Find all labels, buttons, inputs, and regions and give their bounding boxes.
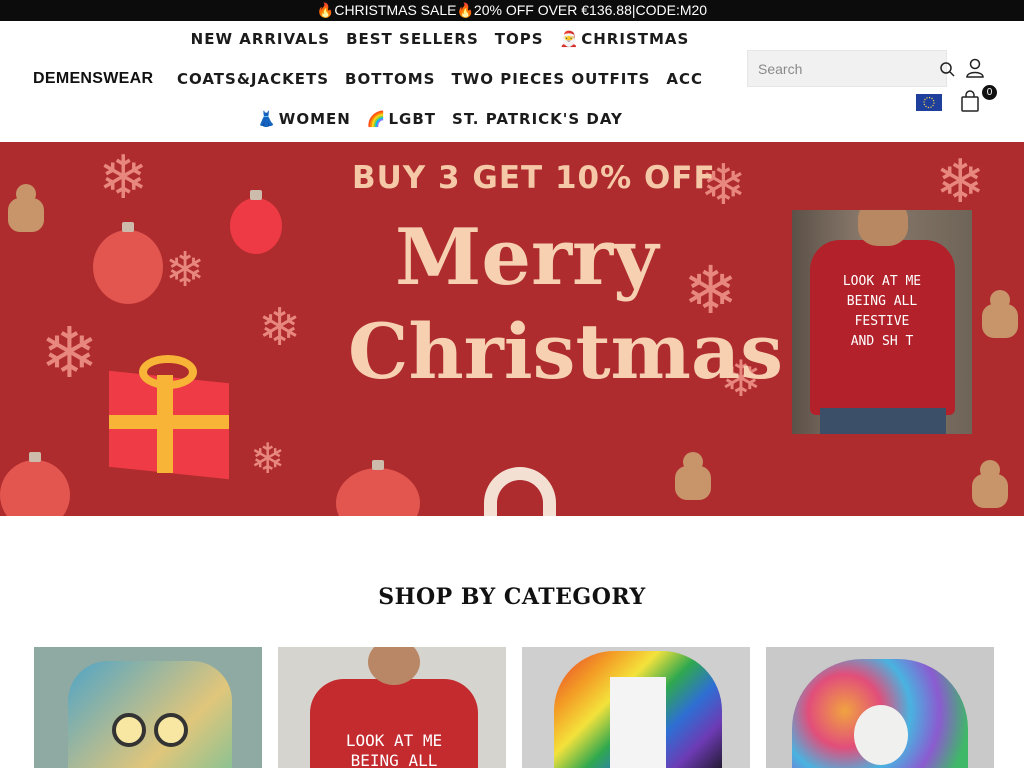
gingerbread-icon — [4, 184, 48, 244]
tile-shirt-text: LOOK AT ME BEING ALL — [345, 731, 443, 768]
nav-item-coats-jackets[interactable]: COATS&JACKETS — [177, 70, 329, 88]
gingerbread-icon — [968, 460, 1012, 516]
hero-model-photo: LOOK AT ME BEING ALL FESTIVE AND SH T — [792, 210, 972, 434]
snowflake-icon: ❄ — [165, 242, 206, 298]
gift-box-icon — [99, 355, 239, 480]
snowflake-icon: ❄ — [258, 298, 302, 358]
hero-title-line-1: Merry — [395, 212, 659, 303]
category-tile-rainbow-jacket[interactable] — [522, 647, 750, 768]
gingerbread-icon — [978, 290, 1022, 350]
shopping-bag-icon[interactable] — [958, 89, 982, 113]
candy-cane-icon — [484, 467, 556, 516]
ornament-icon — [0, 452, 70, 516]
announcement-text: 🔥CHRISTMAS SALE🔥20% OFF OVER €136.88|COD… — [316, 2, 708, 18]
search-bar — [747, 50, 955, 87]
santa-icon: 🎅 — [559, 30, 580, 48]
snowflake-icon: ❄ — [98, 143, 149, 213]
nav-item-best-sellers[interactable]: BEST SELLERS — [346, 30, 479, 48]
section-title-shop-by-category: SHOP BY CATEGORY — [378, 584, 646, 610]
dress-icon: 👗 — [257, 110, 277, 128]
main-nav-row-2: COATS&JACKETS BOTTOMS TWO PIECES OUTFITS… — [177, 70, 702, 88]
category-tile-owl-sweater[interactable] — [34, 647, 262, 768]
nav-item-women[interactable]: 👗 WOMEN — [257, 110, 351, 128]
main-nav-row-1: NEW ARRIVALS BEST SELLERS TOPS 🎅 CHRISTMA… — [190, 30, 690, 48]
snowflake-icon: ❄ — [935, 147, 986, 217]
announcement-bar: 🔥CHRISTMAS SALE🔥20% OFF OVER €136.88|COD… — [0, 0, 1024, 21]
main-nav-row-3: 👗 WOMEN 🌈 LGBT ST. PATRICK'S DAY — [160, 110, 720, 128]
hero-promo-headline: BUY 3 GET 10% OFF — [352, 160, 716, 196]
category-tile-colorful-hoodie[interactable] — [766, 647, 994, 768]
gingerbread-icon — [671, 452, 715, 512]
search-icon — [940, 61, 955, 77]
search-button[interactable] — [939, 51, 955, 86]
nav-item-christmas[interactable]: 🎅 CHRISTMAS — [560, 30, 690, 48]
nav-item-new-arrivals[interactable]: NEW ARRIVALS — [191, 30, 330, 48]
nav-item-tops[interactable]: TOPS — [495, 30, 544, 48]
nav-item-acc[interactable]: ACC — [666, 70, 703, 88]
owl-sweater-image — [68, 661, 232, 768]
ornament-icon — [336, 460, 420, 516]
site-header: DEMENSWEAR NEW ARRIVALS BEST SELLERS TOP… — [0, 21, 1024, 142]
user-icon[interactable] — [964, 57, 986, 79]
ornament-icon — [93, 222, 163, 304]
brand-logo[interactable]: DEMENSWEAR — [33, 70, 153, 88]
rainbow-icon: 🌈 — [366, 110, 387, 128]
snowflake-icon: ❄ — [250, 434, 286, 483]
category-tile-festive-tee[interactable]: LOOK AT ME BEING ALL — [278, 647, 506, 768]
shirt-print-text: LOOK AT ME BEING ALL FESTIVE AND SH T — [842, 274, 922, 349]
nav-item-two-pieces-outfits[interactable]: TWO PIECES OUTFITS — [452, 70, 651, 88]
nav-item-st-patricks-day[interactable]: ST. PATRICK'S DAY — [452, 110, 623, 128]
hero-banner[interactable]: ❄ ❄ ❄ ❄ ❄ ❄ ❄ ❄ ❄ BUY 3 GET 10% OFF Merr… — [0, 142, 1024, 516]
snowflake-icon: ❄ — [40, 312, 99, 394]
cart-count-badge: 0 — [982, 85, 997, 100]
search-input[interactable] — [748, 60, 939, 77]
eu-flag-icon[interactable] — [916, 94, 942, 111]
nav-item-bottoms[interactable]: BOTTOMS — [345, 70, 435, 88]
ornament-icon — [230, 190, 282, 254]
nav-item-lgbt[interactable]: 🌈 LGBT — [367, 110, 436, 128]
hero-title-line-2: Christmas — [348, 307, 783, 396]
